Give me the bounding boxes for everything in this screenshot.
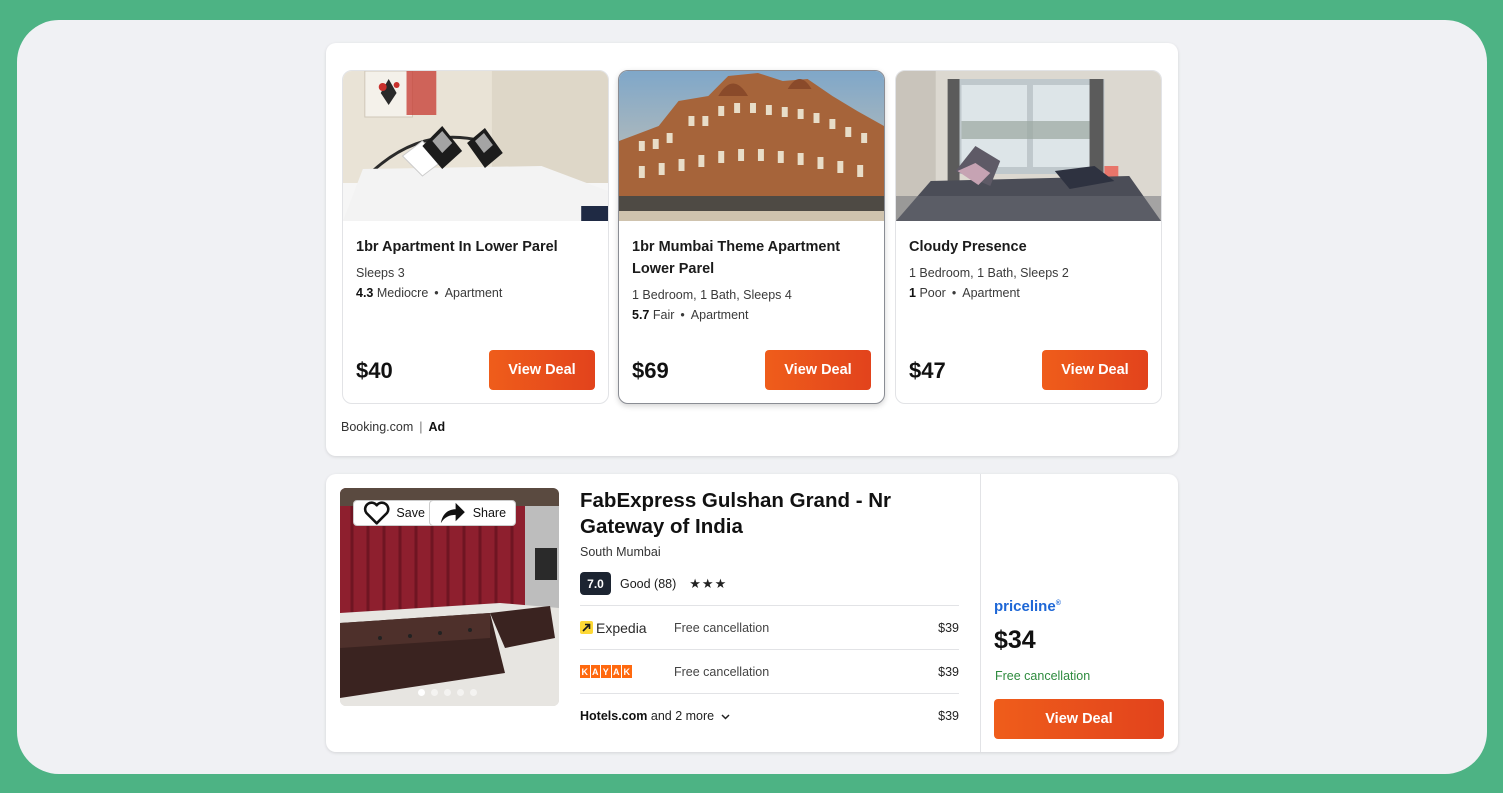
ad-source-name[interactable]: Booking.com (341, 420, 413, 434)
priceline-logo: priceline® (994, 598, 1061, 615)
deal-price: $69 (632, 358, 669, 383)
ad-attribution: Booking.com | Ad (341, 420, 445, 434)
deal-price: $47 (909, 358, 946, 383)
bullet-separator: • (951, 286, 957, 300)
more-providers-row[interactable]: Hotels.com and 2 more $39 (580, 693, 959, 737)
offer-note: Free cancellation (674, 664, 770, 679)
deal-card[interactable]: Cloudy Presence 1 Bedroom, 1 Bath, Sleep… (895, 70, 1162, 404)
deal-rating: 5.7 Fair • Apartment (632, 308, 748, 322)
view-deal-button[interactable]: View Deal (765, 350, 871, 390)
carousel-dot[interactable] (418, 689, 425, 696)
best-offer-note: Free cancellation (995, 669, 1091, 683)
offer-provider: KAYAK (580, 665, 674, 678)
score-label: Good (88) (620, 576, 677, 591)
bullet-separator: • (680, 308, 685, 322)
divider (980, 474, 981, 752)
carousel-dot[interactable] (431, 689, 438, 696)
offer-row[interactable]: KAYAK Free cancellation $39 (580, 649, 959, 693)
deal-card[interactable]: 1br Mumbai Theme Apartment Lower Parel 1… (618, 70, 885, 404)
offer-price: $39 (938, 664, 959, 679)
bullet-separator: • (434, 286, 439, 300)
best-price: $34 (994, 626, 1036, 654)
offer-note: Free cancellation (674, 620, 770, 635)
hotel-photo-carousel[interactable]: Save Share (340, 488, 559, 706)
property-type: Apartment (444, 286, 503, 300)
provider-name: Hotels.com (580, 708, 648, 723)
rating-label: Mediocre (376, 286, 429, 300)
deal-title[interactable]: 1br Mumbai Theme Apartment Lower Parel (632, 236, 872, 280)
deal-title[interactable]: 1br Apartment In Lower Parel (356, 236, 596, 258)
hotel-area: South Mumbai (580, 545, 661, 559)
deal-photo[interactable] (343, 71, 608, 221)
more-providers-toggle[interactable]: Hotels.com and 2 more (580, 709, 730, 723)
share-button[interactable]: Share (429, 500, 517, 526)
ad-label: Ad (428, 420, 446, 434)
deal-photo[interactable] (619, 71, 884, 221)
save-label: Save (396, 506, 425, 520)
deal-rating: 1 Poor • Apartment (909, 286, 1020, 300)
kayak-logo: KAYAK (580, 665, 632, 678)
deal-title[interactable]: Cloudy Presence (909, 236, 1149, 258)
hotel-rating: 7.0 Good (88) ★★★ (580, 572, 727, 595)
share-arrow-icon (440, 502, 465, 524)
share-label: Share (472, 506, 507, 520)
star-rating: ★★★ (689, 575, 728, 591)
view-deal-button[interactable]: View Deal (1042, 350, 1148, 390)
rating-score: 1 (909, 286, 916, 300)
property-type: Apartment (690, 308, 749, 322)
rating-label: Poor (919, 286, 946, 300)
deal-rating: 4.3 Mediocre • Apartment (356, 286, 502, 300)
chevron-down-icon (721, 713, 730, 720)
expedia-arrow-icon (580, 621, 593, 634)
carousel-dot[interactable] (470, 689, 477, 696)
offer-price: $39 (938, 708, 959, 723)
rating-score: 5.7 (632, 308, 650, 322)
more-providers-text: and 2 more (650, 708, 715, 723)
view-deal-button[interactable]: View Deal (489, 350, 595, 390)
rating-score: 4.3 (356, 286, 374, 300)
rating-label: Fair (652, 308, 675, 322)
provider-offers: Expedia Free cancellation $39 KAYAK Free… (580, 605, 959, 737)
offer-price: $39 (938, 620, 959, 635)
offer-provider: Expedia (580, 620, 674, 636)
save-button[interactable]: Save (353, 500, 435, 526)
carousel-dots[interactable] (418, 689, 477, 696)
deal-details: 1 Bedroom, 1 Bath, Sleeps 2 (909, 266, 1069, 280)
view-deal-button[interactable]: View Deal (994, 699, 1164, 739)
deal-photo[interactable] (896, 71, 1161, 221)
provider-name: Expedia (596, 619, 647, 636)
carousel-dot[interactable] (444, 689, 451, 696)
deal-card[interactable]: 1br Apartment In Lower Parel Sleeps 3 4.… (342, 70, 609, 404)
hotel-name[interactable]: FabExpress Gulshan Grand - Nr Gateway of… (580, 488, 940, 540)
sponsored-deals-panel: 1br Apartment In Lower Parel Sleeps 3 4.… (326, 43, 1178, 456)
property-type: Apartment (962, 286, 1020, 300)
separator: | (419, 420, 423, 434)
deal-details: 1 Bedroom, 1 Bath, Sleeps 4 (632, 288, 792, 302)
hotel-result-card[interactable]: Save Share FabExpress Gulshan Grand - Nr… (326, 474, 1178, 752)
heart-icon (363, 501, 390, 525)
expedia-logo: Expedia (580, 620, 647, 636)
offer-row[interactable]: Expedia Free cancellation $39 (580, 605, 959, 649)
score-badge: 7.0 (580, 572, 611, 595)
carousel-dot[interactable] (457, 689, 464, 696)
deal-details: Sleeps 3 (356, 266, 405, 280)
best-provider-name: priceline (994, 598, 1056, 615)
deal-price: $40 (356, 358, 393, 383)
